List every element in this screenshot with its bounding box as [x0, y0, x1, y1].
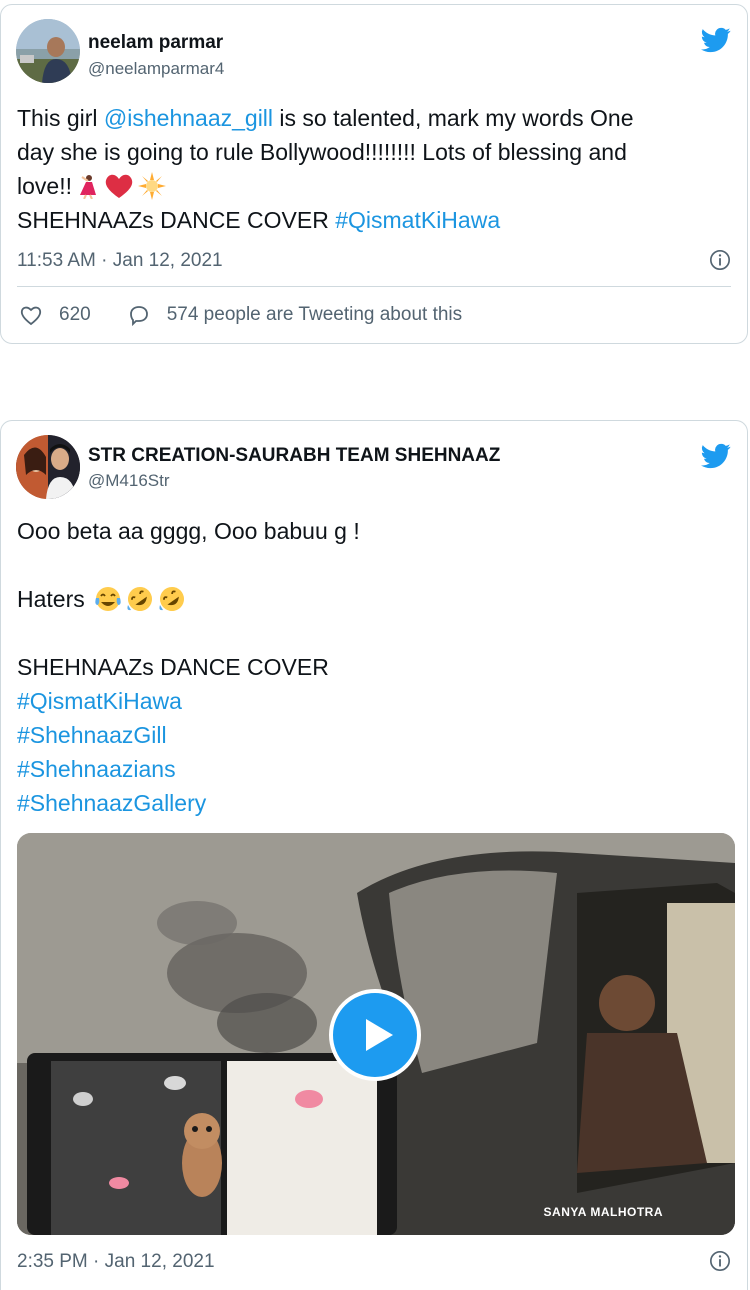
display-name[interactable]: neelam parmar	[88, 32, 223, 54]
mention-link[interactable]: @ishehnaaz_gill	[104, 105, 273, 131]
comment-bubble-icon	[129, 306, 148, 327]
text-segment: love!!	[17, 173, 72, 199]
dancer-emoji-icon	[79, 175, 96, 199]
avatar-photo	[16, 435, 80, 499]
tweet-text-line: This girl @ishehnaaz_gill is so talented…	[17, 101, 729, 135]
play-button[interactable]	[329, 989, 421, 1081]
sun-emoji-icon	[137, 172, 166, 200]
timestamp[interactable]: 2:35 PM · Jan 12, 2021	[17, 1251, 215, 1273]
hashtag-link[interactable]: #Shehnaazians	[17, 752, 729, 786]
username-handle[interactable]: @M416Str	[88, 471, 170, 491]
tweet-actions: 620 574 people are Tweeting about this	[19, 303, 462, 327]
tweet-card[interactable]: STR CREATION-SAURABH TEAM SHEHNAAZ @M416…	[0, 420, 748, 1290]
text-segment: SHEHNAAZs DANCE COVER	[17, 207, 336, 233]
tweeting-about-text: 574 people are Tweeting about this	[166, 304, 463, 325]
tweet-text-line: love!!	[17, 169, 729, 203]
video-watermark: SANYA MALHOTRA	[543, 1205, 663, 1219]
heart-icon	[20, 306, 42, 326]
tweet-text-line: SHEHNAAZs DANCE COVER	[17, 654, 329, 680]
display-name[interactable]: STR CREATION-SAURABH TEAM SHEHNAAZ	[88, 445, 500, 467]
text-segment: Haters	[17, 586, 85, 612]
twitter-bird-icon[interactable]	[699, 441, 733, 471]
hashtag-link[interactable]: #QismatKiHawa	[335, 207, 500, 233]
rofl-emoji-icon	[159, 587, 184, 611]
text-segment: This girl	[17, 105, 104, 131]
avatar-photo	[16, 19, 80, 83]
tweet-text-line: SHEHNAAZs DANCE COVER #QismatKiHawa	[17, 203, 729, 237]
hashtag-link[interactable]: #ShehnaazGallery	[17, 786, 729, 820]
username-handle[interactable]: @neelamparmar4	[88, 59, 224, 79]
rofl-emoji-icon	[127, 587, 152, 611]
divider	[17, 286, 731, 287]
tweet-text-line: Haters	[17, 582, 729, 616]
tweet-text-line: day she is going to rule Bollywood!!!!!!…	[17, 139, 627, 165]
avatar[interactable]	[16, 19, 80, 83]
tweet-card[interactable]: neelam parmar @neelamparmar4 This girl @…	[0, 4, 748, 344]
hashtag-link[interactable]: #QismatKiHawa	[17, 684, 729, 718]
twitter-bird-icon[interactable]	[699, 25, 733, 55]
play-icon	[366, 1019, 393, 1051]
video-thumbnail[interactable]: SANYA MALHOTRA	[17, 833, 735, 1235]
timestamp[interactable]: 11:53 AM · Jan 12, 2021	[17, 250, 223, 272]
red-heart-emoji-icon	[105, 174, 133, 198]
text-segment: is so talented, mark my words One	[273, 105, 634, 131]
tears-of-joy-emoji-icon	[95, 587, 121, 611]
hashtag-link[interactable]: #ShehnaazGill	[17, 718, 729, 752]
like-button[interactable]: 620	[19, 303, 91, 327]
tweeting-about-link[interactable]: 574 people are Tweeting about this	[127, 303, 462, 327]
info-icon[interactable]	[709, 1250, 731, 1272]
like-count: 620	[59, 304, 91, 325]
tweet-text: Ooo beta aa gggg, Ooo babuu g ! Haters S…	[17, 514, 729, 820]
avatar[interactable]	[16, 435, 80, 499]
tweet-text: This girl @ishehnaaz_gill is so talented…	[17, 101, 729, 237]
tweet-text-line: Ooo beta aa gggg, Ooo babuu g !	[17, 518, 360, 544]
info-icon[interactable]	[709, 249, 731, 271]
